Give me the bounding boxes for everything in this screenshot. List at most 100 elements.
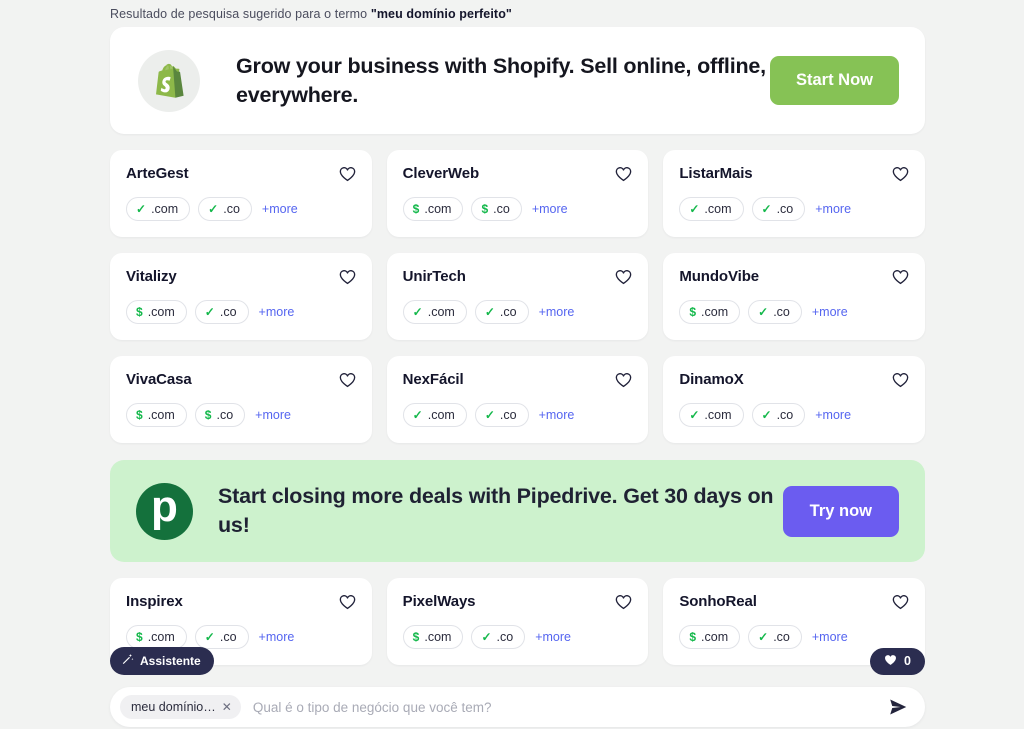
available-check-icon: ✓ (204, 630, 215, 644)
tld-chip[interactable]: $ .com (126, 625, 187, 649)
tld-chip[interactable]: ✓ .com (126, 197, 191, 221)
tld-chip[interactable]: ✓ .co (748, 300, 802, 324)
heart-outline-icon[interactable] (615, 269, 632, 285)
tld-label: .com (701, 305, 729, 319)
premium-price-icon: $ (136, 305, 143, 319)
more-tlds-link[interactable]: +more (255, 408, 291, 422)
tld-label: .co (219, 630, 237, 644)
tld-chip[interactable]: $ .co (194, 403, 246, 427)
search-term-chip[interactable]: meu domínio… ✕ (120, 695, 241, 719)
domain-card[interactable]: MundoVibe $ .com ✓ .co +more (663, 253, 926, 340)
available-check-icon: ✓ (481, 630, 492, 644)
tld-chip[interactable]: $ .com (402, 197, 464, 221)
tld-chip[interactable]: $ .com (126, 300, 187, 324)
tld-chip[interactable]: ✓ .co (198, 197, 252, 221)
heart-outline-icon[interactable] (892, 166, 909, 182)
tld-chip[interactable]: $ .co (471, 197, 522, 221)
card-header: VivaCasa (126, 371, 356, 388)
favorites-counter-button[interactable]: 0 (870, 647, 925, 675)
more-tlds-link[interactable]: +more (815, 408, 851, 422)
result-header-term: "meu domínio perfeito" (370, 7, 512, 21)
available-check-icon: ✓ (689, 202, 700, 216)
tld-row: $ .com $ .co +more (402, 197, 633, 221)
card-header: NexFácil (403, 371, 633, 388)
tld-label: .co (499, 305, 517, 319)
more-tlds-link[interactable]: +more (262, 202, 298, 216)
page-title: Resultado de pesquisa sugerido para o te… (110, 7, 512, 21)
more-tlds-link[interactable]: +more (259, 630, 295, 644)
premium-price-icon: $ (136, 408, 143, 422)
heart-outline-icon[interactable] (892, 594, 909, 610)
tld-chip[interactable]: $ .com (679, 625, 741, 649)
more-tlds-link[interactable]: +more (815, 202, 851, 216)
card-header: CleverWeb (403, 165, 633, 182)
more-tlds-link[interactable]: +more (812, 630, 848, 644)
card-header: Inspirex (126, 593, 356, 610)
close-icon[interactable]: ✕ (222, 701, 232, 713)
domain-name: NexFácil (402, 371, 464, 388)
domain-card[interactable]: ListarMais ✓ .com ✓ .co +more (663, 150, 926, 237)
more-tlds-link[interactable]: +more (539, 408, 575, 422)
pipedrive-try-now-button[interactable]: Try now (782, 485, 899, 537)
heart-outline-icon[interactable] (892, 269, 909, 285)
tld-chip[interactable]: ✓ .co (471, 625, 526, 649)
tld-label: .com (427, 305, 455, 319)
available-check-icon: ✓ (208, 202, 219, 216)
domain-card[interactable]: VivaCasa $ .com $ .co +more (110, 356, 372, 443)
tld-chip[interactable]: ✓ .co (474, 300, 529, 324)
domain-card[interactable]: NexFácil ✓ .com ✓ .co +more (386, 356, 649, 443)
domain-name: MundoVibe (679, 268, 759, 285)
promo-banner-pipedrive[interactable]: p Start closing more deals with Pipedriv… (110, 460, 925, 562)
assistant-input[interactable] (252, 699, 877, 715)
tld-chip[interactable]: ✓ .co (194, 300, 249, 324)
tld-row: ✓ .com ✓ .co +more (679, 197, 909, 221)
tld-chip[interactable]: $ .com (126, 403, 187, 427)
tld-chip[interactable]: ✓ .com (679, 403, 744, 427)
heart-outline-icon[interactable] (615, 166, 632, 182)
domain-card[interactable]: UnirTech ✓ .com ✓ .co +more (386, 253, 649, 340)
tld-row: ✓ .com ✓ .co +more (679, 403, 909, 427)
assistant-bar: Assistente 0 meu domínio… ✕ (110, 647, 925, 727)
more-tlds-link[interactable]: +more (539, 305, 575, 319)
domain-card[interactable]: Vitalizy $ .com ✓ .co +more (110, 253, 372, 340)
tld-chip[interactable]: ✓ .co (751, 197, 806, 221)
tld-label: .com (704, 202, 732, 216)
heart-outline-icon[interactable] (339, 166, 356, 182)
assistant-input-bar[interactable]: meu domínio… ✕ (110, 687, 925, 727)
results-content: Grow your business with Shopify. Sell on… (110, 27, 926, 665)
shopify-start-now-button[interactable]: Start Now (769, 56, 899, 105)
more-tlds-link[interactable]: +more (259, 305, 295, 319)
domain-card[interactable]: CleverWeb $ .com $ .co +more (386, 150, 649, 237)
tld-row: $ .com ✓ .co +more (679, 300, 909, 324)
shopify-bag-icon (138, 49, 200, 112)
domain-card[interactable]: DinamoX ✓ .com ✓ .co +more (663, 356, 926, 443)
heart-outline-icon[interactable] (615, 594, 632, 610)
premium-price-icon: $ (689, 305, 697, 319)
more-tlds-link[interactable]: +more (812, 305, 848, 319)
tld-chip[interactable]: ✓ .co (194, 625, 249, 649)
heart-outline-icon[interactable] (339, 594, 356, 610)
tld-chip[interactable]: $ .com (402, 625, 464, 649)
tld-label: .com (147, 408, 175, 422)
domain-name: Inspirex (126, 593, 183, 610)
available-check-icon: ✓ (136, 202, 147, 216)
tld-label: .co (773, 305, 790, 319)
send-icon[interactable] (887, 696, 909, 718)
card-header: Vitalizy (126, 268, 356, 285)
tld-chip[interactable]: ✓ .co (474, 403, 529, 427)
tld-chip[interactable]: $ .com (679, 300, 741, 324)
tld-chip[interactable]: ✓ .com (402, 300, 467, 324)
domain-card[interactable]: ArteGest ✓ .com ✓ .co +more (110, 150, 372, 237)
more-tlds-link[interactable]: +more (535, 630, 571, 644)
heart-outline-icon[interactable] (615, 372, 632, 388)
tld-chip[interactable]: ✓ .co (748, 625, 802, 649)
assistant-toggle-button[interactable]: Assistente (110, 647, 214, 675)
tld-chip[interactable]: ✓ .co (751, 403, 806, 427)
tld-chip[interactable]: ✓ .com (402, 403, 467, 427)
tld-chip[interactable]: ✓ .com (679, 197, 744, 221)
heart-outline-icon[interactable] (892, 372, 909, 388)
promo-banner-shopify[interactable]: Grow your business with Shopify. Sell on… (110, 27, 925, 134)
more-tlds-link[interactable]: +more (532, 202, 568, 216)
heart-outline-icon[interactable] (339, 372, 356, 388)
heart-outline-icon[interactable] (339, 269, 356, 285)
